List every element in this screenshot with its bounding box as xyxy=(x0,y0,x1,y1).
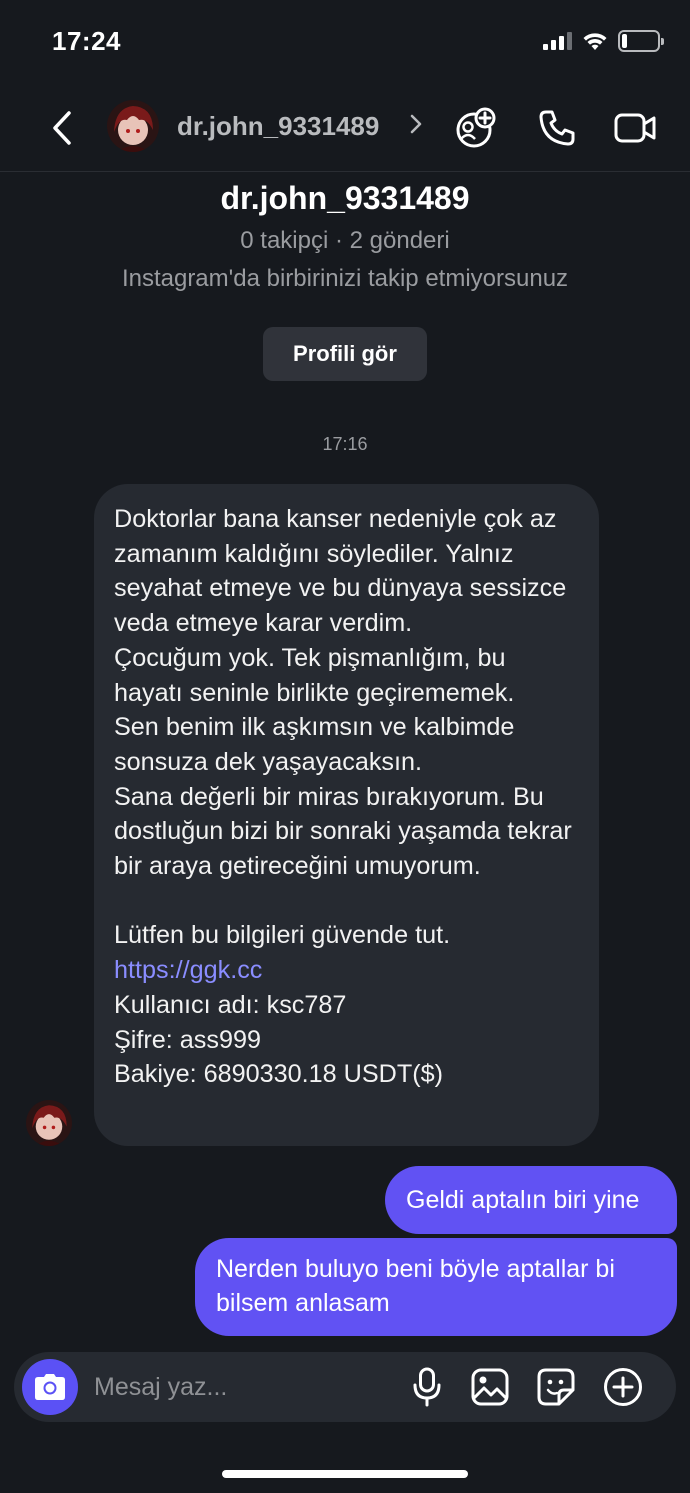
gallery-button[interactable] xyxy=(468,1365,512,1409)
incoming-message[interactable]: Doktorlar bana kanser nedeniyle çok az z… xyxy=(94,484,599,1146)
back-button[interactable] xyxy=(44,106,80,150)
add-friend-icon xyxy=(456,107,496,148)
status-time: 17:24 xyxy=(52,26,121,56)
add-icon xyxy=(604,1368,642,1406)
video-call-button[interactable] xyxy=(613,106,657,150)
message-composer xyxy=(14,1352,676,1422)
status-icons xyxy=(543,30,664,52)
outgoing-message[interactable]: Nerden buluyo beni böyle aptallar bi bil… xyxy=(195,1238,677,1336)
status-bar: 17:24 xyxy=(0,0,690,84)
avatar[interactable] xyxy=(107,100,159,152)
video-camera-icon xyxy=(614,113,656,143)
message-line: Bakiye: 6890330.18 USDT($) xyxy=(114,1060,444,1089)
gallery-icon xyxy=(471,1368,509,1406)
home-indicator[interactable] xyxy=(222,1470,468,1478)
camera-button[interactable] xyxy=(22,1359,78,1415)
message-paragraph: Doktorlar bana kanser nedeniyle çok az z… xyxy=(114,505,574,638)
profile-stats: 0 takipçi · 2 gönderi xyxy=(240,227,450,254)
message-paragraph: Lütfen bu bilgileri güvende tut. xyxy=(114,921,451,950)
message-paragraph: Sen benim ilk aşkımsın ve kalbimde sonsu… xyxy=(114,713,522,776)
chevron-right-icon xyxy=(410,114,422,134)
wifi-icon xyxy=(583,33,607,50)
camera-icon xyxy=(35,1374,65,1400)
profile-header: dr.john_9331489 0 takipçi · 2 gönderi In… xyxy=(0,172,690,381)
message-line: Şifre: ass999 xyxy=(114,1025,262,1054)
message-timestamp: 17:16 xyxy=(322,434,368,454)
chat-header: dr.john_9331489 xyxy=(0,84,690,172)
follow-status-note: Instagram'da birbirinizi takip etmiyorsu… xyxy=(121,265,569,292)
message-input[interactable] xyxy=(94,1370,394,1404)
microphone-icon xyxy=(413,1367,441,1407)
message-paragraph: Çocuğum yok. Tek pişmanlığım, bu hayatı … xyxy=(114,643,515,707)
chat-username[interactable]: dr.john_9331489 xyxy=(177,111,379,142)
add-friend-button[interactable] xyxy=(454,106,498,150)
message-link[interactable]: https://ggk.cc xyxy=(114,956,262,984)
signal-icon xyxy=(543,32,572,50)
message-body: Doktorlar bana kanser nedeniyle çok az z… xyxy=(114,502,579,1092)
voice-message-button[interactable] xyxy=(405,1365,449,1409)
view-profile-button[interactable]: Profili gör xyxy=(263,327,427,381)
sticker-button[interactable] xyxy=(534,1365,578,1409)
back-chevron-icon xyxy=(53,111,71,145)
message-paragraph: Sana değerli bir miras bırakıyorum. Bu d… xyxy=(114,782,579,881)
battery-icon xyxy=(618,30,664,52)
call-button[interactable] xyxy=(535,106,579,150)
phone-icon xyxy=(539,110,575,146)
profile-name: dr.john_9331489 xyxy=(220,180,470,216)
message-line: Kullanıcı adı: ksc787 xyxy=(114,990,347,1019)
outgoing-message[interactable]: Geldi aptalın biri yine xyxy=(385,1166,677,1234)
sticker-icon xyxy=(537,1368,575,1406)
add-button[interactable] xyxy=(601,1365,645,1409)
avatar[interactable] xyxy=(26,1100,72,1146)
